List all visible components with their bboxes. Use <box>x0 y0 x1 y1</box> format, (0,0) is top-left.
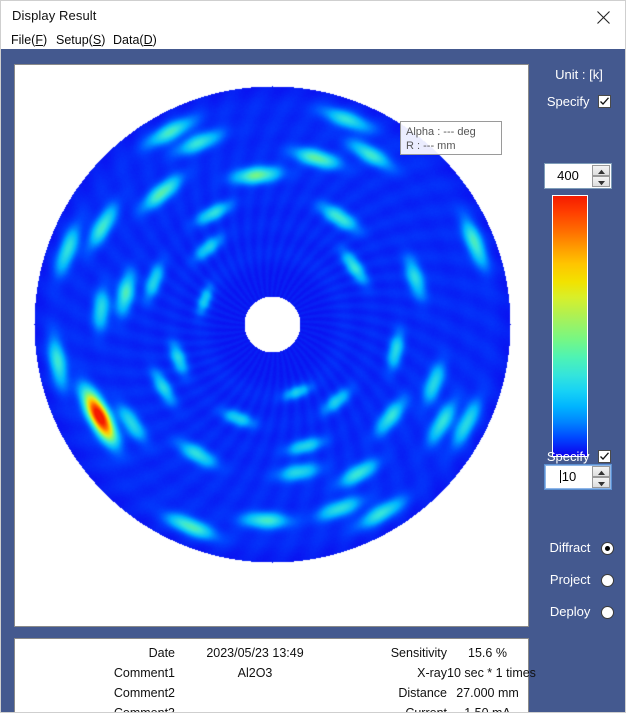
specify-max-label: Specify <box>546 94 590 109</box>
menu-file-mnemonic: F <box>35 33 43 47</box>
specify-min-row[interactable]: Specify <box>535 449 623 467</box>
color-scale-bar <box>552 195 588 457</box>
readout-alpha: Alpha : --- deg <box>406 126 476 138</box>
menu-file-label: File <box>11 33 32 47</box>
title-bar: Display Result <box>1 1 625 32</box>
caret-down-icon <box>598 181 605 186</box>
window-title: Display Result <box>12 8 97 23</box>
caret-down-icon <box>598 482 605 487</box>
specify-min-label: Specify <box>546 449 590 464</box>
menu-data-mnemonic: D <box>143 33 153 47</box>
view-mode-diffract-radio[interactable] <box>601 542 614 555</box>
max-spin-up-button[interactable] <box>592 165 610 176</box>
view-mode-diffract[interactable]: Diffract <box>535 540 623 560</box>
text-caret <box>559 470 561 483</box>
info-left-key: Comment2 <box>113 686 175 700</box>
info-right-key: X-ray <box>417 666 447 680</box>
info-right-value: 1.50 mA <box>464 706 511 713</box>
menu-item-setup[interactable]: Setup(S) <box>56 33 105 47</box>
view-mode-deploy-radio[interactable] <box>601 606 614 619</box>
specify-max-checkbox[interactable] <box>598 95 612 108</box>
info-left-key: Comment3 <box>113 706 175 713</box>
info-right-key: Sensitivity <box>390 646 447 660</box>
info-right-value: 15.6 % <box>468 646 507 660</box>
max-spin-buttons[interactable] <box>592 165 610 187</box>
view-mode-project-radio[interactable] <box>601 574 614 587</box>
min-spin-down-button[interactable] <box>592 477 610 488</box>
min-value-spinner[interactable]: 10 <box>544 464 612 490</box>
caret-up-icon <box>598 169 605 174</box>
close-button[interactable] <box>581 1 625 32</box>
readout-r: R : --- mm <box>406 140 456 152</box>
info-row: Date 2023/05/23 13:49 Sensitivity 15.6 % <box>15 643 528 663</box>
info-left-key: Comment1 <box>113 666 175 680</box>
max-spin-down-button[interactable] <box>592 176 610 187</box>
unit-label: Unit : [k] <box>555 67 603 82</box>
view-mode-deploy[interactable]: Deploy <box>535 604 623 624</box>
check-icon <box>600 97 610 105</box>
info-left-value <box>175 683 335 703</box>
menu-data-label: Data <box>113 33 140 47</box>
min-spin-up-button[interactable] <box>592 466 610 477</box>
menu-item-file[interactable]: File(F) <box>11 33 47 47</box>
view-mode-project[interactable]: Project <box>535 572 623 592</box>
min-value-text: 10 <box>561 469 577 484</box>
info-right-value: 10 sec * 1 times <box>447 666 536 680</box>
view-mode-deploy-label: Deploy <box>549 604 591 619</box>
min-value-input[interactable]: 10 <box>545 465 591 489</box>
min-spin-buttons[interactable] <box>592 466 610 488</box>
specify-max-row[interactable]: Specify <box>535 94 623 112</box>
view-mode-diffract-label: Diffract <box>549 540 591 555</box>
caret-up-icon <box>598 470 605 475</box>
check-icon <box>600 452 610 460</box>
max-value-spinner[interactable]: 400 <box>544 163 612 189</box>
info-left-value: Al2O3 <box>237 666 273 680</box>
menu-setup-mnemonic: S <box>92 33 102 47</box>
info-row: Comment3 Current 1.50 mA <box>15 703 528 713</box>
menu-item-data[interactable]: Data(D) <box>113 33 157 47</box>
window-body: Alpha : --- deg R : --- mm Unit : [k] Sp… <box>1 49 625 713</box>
info-right-value: 27.000 mm <box>456 686 519 700</box>
info-row: Comment1 Al2O3 X-ray 10 sec * 1 times <box>15 663 536 683</box>
info-left-value <box>175 703 335 712</box>
max-value-input[interactable]: 400 <box>545 164 591 188</box>
info-left-key: Date <box>148 646 175 660</box>
info-right-key: Distance <box>398 686 447 700</box>
info-right-key: Current <box>405 706 447 713</box>
specify-min-checkbox[interactable] <box>598 450 612 463</box>
diffraction-image-panel[interactable]: Alpha : --- deg R : --- mm <box>14 64 529 627</box>
measurement-info-grid: Date 2023/05/23 13:49 Sensitivity 15.6 % Com… <box>15 643 536 713</box>
display-result-window: Display Result File(F) Setup(S) Data(D) <box>0 0 626 713</box>
menu-setup-label: Setup <box>56 33 89 47</box>
menu-bar: File(F) Setup(S) Data(D) <box>1 32 625 49</box>
view-mode-project-label: Project <box>549 572 591 587</box>
cursor-readout-box: Alpha : --- deg R : --- mm <box>400 121 502 155</box>
info-row: Comment2 Distance 27.000 mm <box>15 683 528 703</box>
scale-control-panel: Unit : [k] Specify 400 10 Specify Diffra… <box>535 49 625 712</box>
info-left-value: 2023/05/23 13:49 <box>206 646 304 660</box>
measurement-info-panel: Date 2023/05/23 13:49 Sensitivity 15.6 % Com… <box>14 638 536 713</box>
